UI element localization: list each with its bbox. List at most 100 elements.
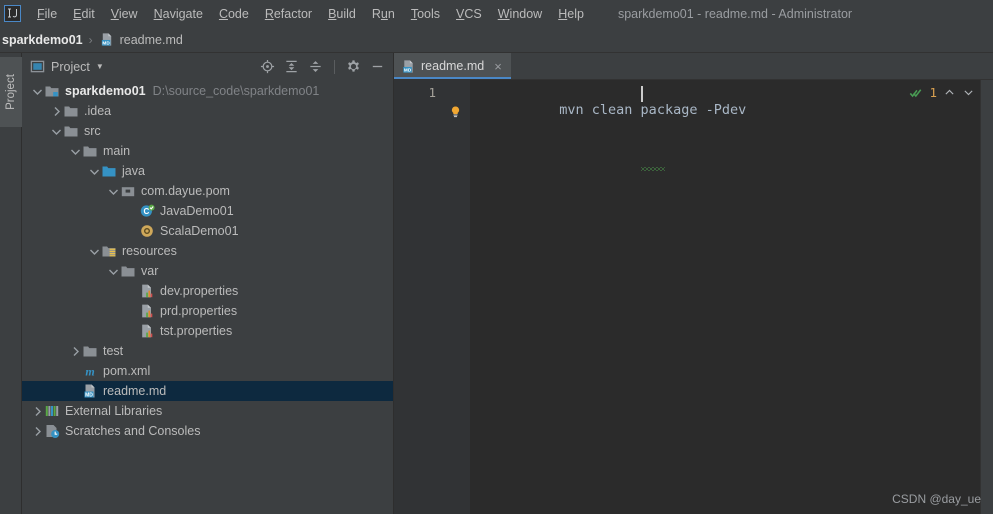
editor-tab-bar: MD readme.md × [394, 53, 993, 80]
chevron-down-icon[interactable] [87, 161, 101, 181]
chevron-right-icon[interactable] [68, 341, 82, 361]
scala-object-icon [141, 225, 153, 237]
menu-bar: File Edit View Navigate Code Refactor Build Run… [0, 0, 993, 27]
tree-label: Scratches and Consoles [65, 424, 201, 438]
chevron-down-icon[interactable] [106, 261, 120, 281]
node-resources[interactable]: resources [22, 241, 393, 261]
chevron-down-icon[interactable] [68, 141, 82, 161]
markdown-icon: MD [101, 33, 111, 46]
editor-right-gutter[interactable] [980, 80, 993, 514]
chevron-down-icon[interactable]: ▼ [96, 62, 104, 71]
menu-code[interactable]: Code [211, 4, 257, 24]
node-dev-properties[interactable]: dev.properties [22, 281, 393, 301]
folder-icon [83, 346, 97, 357]
menu-file[interactable]: File [29, 4, 65, 24]
chevron-right-icon[interactable] [49, 101, 63, 121]
tree-label: tst.properties [160, 324, 233, 338]
breadcrumb-project[interactable]: sparkdemo01 [0, 31, 86, 49]
node-scalademo01[interactable]: ScalaDemo01 [22, 221, 393, 241]
menu-items-container: File Edit View Navigate Code Refactor Build Run… [29, 4, 592, 24]
chevron-down-icon[interactable] [106, 181, 120, 201]
menu-run[interactable]: Run [364, 4, 403, 24]
spellcheck-squiggle [640, 167, 666, 171]
collapse-all-icon[interactable] [308, 59, 323, 74]
inspection-ok-icon[interactable] [909, 86, 923, 100]
menu-navigate[interactable]: Navigate [146, 4, 211, 24]
menu-edit[interactable]: Edit [65, 4, 103, 24]
node-scratches[interactable]: Scratches and Consoles [22, 421, 393, 441]
left-tool-stripe: Project [0, 53, 22, 514]
project-tree[interactable]: sparkdemo01 D:\source_code\sparkdemo01 .id… [22, 80, 393, 514]
menu-refactor[interactable]: Refactor [257, 4, 320, 24]
node-src[interactable]: src [22, 121, 393, 141]
project-panel-title-group[interactable]: Project ▼ [30, 59, 104, 74]
stripe-button-project[interactable]: Project [0, 57, 22, 127]
node-com-dayue-pom[interactable]: com.dayue.pom [22, 181, 393, 201]
code-content[interactable]: mvn clean package -Pdev [470, 80, 980, 514]
resource-root-icon [102, 246, 116, 257]
chevron-down-icon[interactable] [30, 81, 44, 101]
node-main[interactable]: main [22, 141, 393, 161]
minimize-icon[interactable] [370, 59, 385, 74]
node-pom-xml[interactable]: m pom.xml [22, 361, 393, 381]
text-caret [640, 86, 643, 102]
tree-label: dev.properties [160, 284, 239, 298]
line-number-gutter: 1 [394, 80, 444, 514]
node-java[interactable]: java [22, 161, 393, 181]
folder-icon [64, 106, 78, 117]
breadcrumb-file-label: readme.md [119, 32, 183, 47]
tree-label: prd.properties [160, 304, 238, 318]
menu-help[interactable]: Help [550, 4, 592, 24]
chevron-up-icon[interactable] [943, 86, 956, 99]
project-view-icon [30, 60, 45, 73]
menu-view[interactable]: View [103, 4, 146, 24]
gear-icon[interactable] [346, 59, 361, 74]
close-icon[interactable]: × [493, 60, 503, 73]
chevron-down-icon[interactable] [49, 121, 63, 141]
menu-window[interactable]: Window [490, 4, 550, 24]
inspection-widget[interactable]: 1 [905, 83, 979, 102]
java-class-icon: C [140, 204, 155, 217]
expand-all-icon[interactable] [284, 59, 299, 74]
chevron-right-icon[interactable] [30, 421, 44, 441]
menu-tools[interactable]: Tools [403, 4, 448, 24]
project-panel-title: Project [51, 59, 90, 74]
select-opened-file-icon[interactable] [260, 59, 275, 74]
line-number: 1 [428, 85, 436, 100]
editor-body[interactable]: 1 mvn clean package -Pdev 1 CSDN @day_ue [394, 80, 993, 514]
source-root-icon [102, 166, 116, 177]
lightbulb-icon[interactable] [449, 105, 462, 119]
node-sparkdemo01[interactable]: sparkdemo01 D:\source_code\sparkdemo01 [22, 81, 393, 101]
breadcrumb-separator: › [88, 32, 93, 47]
node-tst-properties[interactable]: tst.properties [22, 321, 393, 341]
editor-tab-readme[interactable]: MD readme.md × [394, 53, 511, 79]
chevron-down-icon[interactable] [962, 86, 975, 99]
app-logo-icon [4, 5, 21, 22]
tree-label: JavaDemo01 [160, 204, 234, 218]
chevron-right-icon[interactable] [30, 401, 44, 421]
node-readme-md[interactable]: MD readme.md [22, 381, 393, 401]
folder-icon [121, 266, 135, 277]
tree-arrow-none [125, 301, 139, 321]
code-text: mvn clean package -Pdev [559, 102, 747, 118]
editor-tab-label: readme.md [421, 59, 485, 73]
node-external-libraries[interactable]: External Libraries [22, 401, 393, 421]
chevron-down-icon[interactable] [87, 241, 101, 261]
maven-icon: m [85, 364, 94, 378]
tree-label: var [141, 264, 159, 278]
scratches-icon [46, 425, 60, 438]
node-var[interactable]: var [22, 261, 393, 281]
code-line-1[interactable]: mvn clean package -Pdev [478, 85, 747, 171]
project-panel-header: Project ▼ [22, 53, 393, 80]
node-idea[interactable]: .idea [22, 101, 393, 121]
node-javademo01[interactable]: C JavaDemo01 [22, 201, 393, 221]
breadcrumb-file[interactable]: MD readme.md [96, 30, 186, 49]
tree-label: ScalaDemo01 [160, 224, 239, 238]
menu-build[interactable]: Build [320, 4, 364, 24]
menu-vcs[interactable]: VCS [448, 4, 490, 24]
properties-file-icon [142, 304, 153, 318]
node-test[interactable]: test [22, 341, 393, 361]
project-tool-window: Project ▼ sparkdemo01 D:\source_code\spa… [22, 53, 394, 514]
tree-arrow-none [125, 281, 139, 301]
node-prd-properties[interactable]: prd.properties [22, 301, 393, 321]
